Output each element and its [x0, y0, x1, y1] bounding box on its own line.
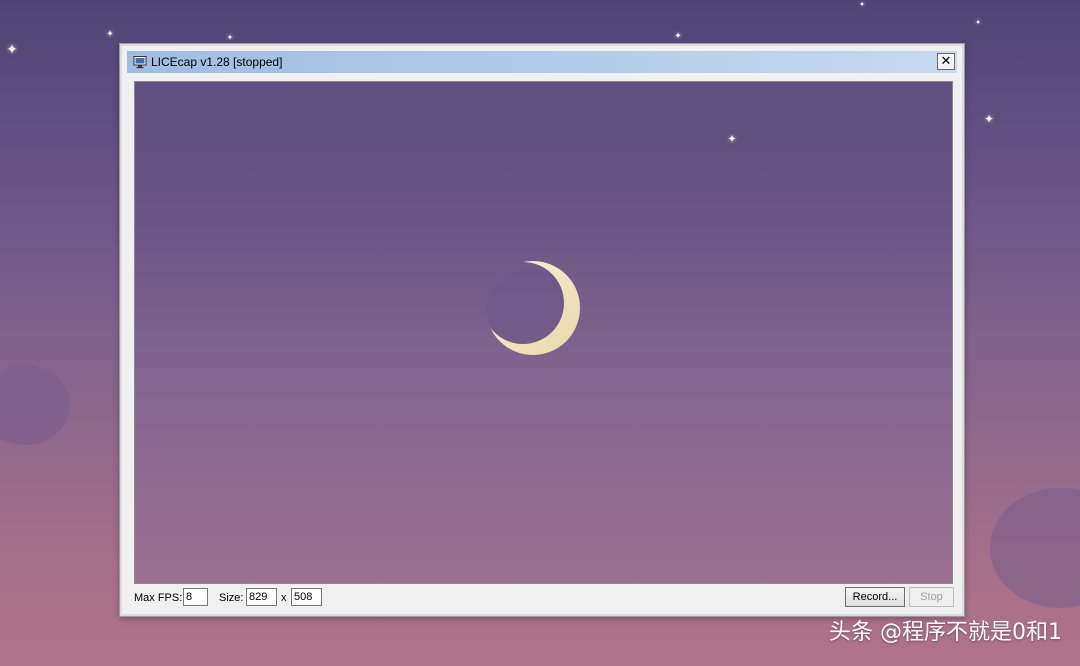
- close-icon: ✕: [940, 54, 952, 69]
- star-icon: ✦: [226, 33, 234, 42]
- stop-button[interactable]: Stop: [909, 587, 954, 607]
- max-fps-label: Max FPS:: [134, 592, 183, 604]
- star-icon: ✦: [983, 112, 995, 126]
- size-separator: x: [281, 592, 287, 604]
- watermark-text: 头条 @程序不就是0和1: [829, 620, 1062, 645]
- height-input[interactable]: 508: [291, 588, 322, 606]
- max-fps-input[interactable]: 8: [183, 588, 208, 606]
- star-icon: ✦: [674, 31, 682, 42]
- record-button[interactable]: Record...: [845, 587, 905, 607]
- capture-area: ✦: [134, 81, 953, 584]
- width-input[interactable]: 829: [246, 588, 277, 606]
- window-title: LICEcap v1.28 [stopped]: [151, 55, 283, 69]
- star-icon: ✦: [6, 42, 18, 58]
- star-icon: ✦: [975, 18, 981, 27]
- crescent-moon-icon: [486, 261, 580, 355]
- cloud-shape: [0, 365, 70, 445]
- star-icon: ✦: [727, 132, 737, 146]
- control-bar: Max FPS: 8 Size: 829 x 508 Record... Sto…: [134, 587, 954, 609]
- cloud-shape: [990, 488, 1080, 608]
- monitor-icon: [133, 56, 147, 69]
- title-bar[interactable]: LICEcap v1.28 [stopped] ✕: [127, 51, 957, 73]
- licecap-window: LICEcap v1.28 [stopped] ✕ ✦ Max FPS: 8 S…: [119, 43, 965, 617]
- star-icon: ✦: [859, 0, 865, 9]
- size-label: Size:: [219, 592, 244, 604]
- star-icon: ✦: [106, 29, 114, 40]
- close-button[interactable]: ✕: [937, 53, 955, 70]
